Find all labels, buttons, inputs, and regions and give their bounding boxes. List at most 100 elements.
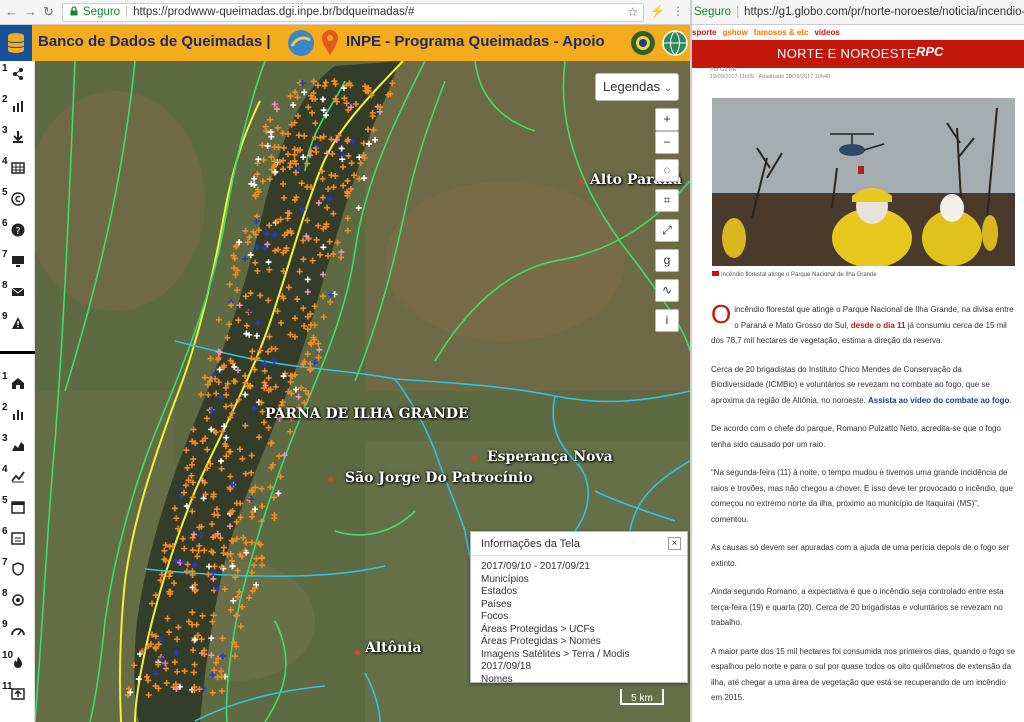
region-banner[interactable]: NORTE E NOROESTE RPC	[692, 40, 1024, 68]
lasso-select-icon[interactable]: ◌	[655, 159, 679, 182]
graph-icon[interactable]: ∿	[655, 279, 679, 302]
article-body: O incêndio florestal que atinge o Parque…	[711, 299, 1016, 719]
menu-icon[interactable]: ⋮	[672, 4, 684, 18]
info-layer-item: Nomes	[481, 673, 513, 685]
info-panel-list: 2017/09/10 - 2017/09/21 Municípios Estados…	[471, 556, 687, 691]
sidebar-number: 6	[2, 218, 8, 229]
layers-share-icon[interactable]	[11, 67, 25, 81]
sidebar-number: 7	[2, 557, 8, 568]
label-altonia: Altônia	[365, 640, 422, 656]
envelope-icon[interactable]	[11, 285, 25, 299]
download-icon[interactable]	[11, 130, 25, 144]
close-icon[interactable]: ×	[668, 537, 681, 550]
city-marker	[578, 179, 583, 184]
app-subtitle: INPE - Programa Queimadas - Apoio	[346, 33, 605, 50]
sidebar-number: 3	[2, 433, 8, 444]
photo-caption: Incêndio florestal atinge o Parque Nacio…	[712, 271, 877, 278]
sidebar-number: 1	[2, 371, 8, 382]
zoom-out-button[interactable]: −	[655, 131, 679, 154]
nav-item[interactable]: famosos & etc	[754, 28, 809, 37]
stats-icon[interactable]	[11, 407, 25, 421]
app-header: Banco de Dados de Queimadas | INPE - Pro…	[0, 25, 690, 61]
map-view[interactable]: Alto Paraná PARNA DE ILHA GRANDE Esperan…	[35, 61, 690, 722]
monitor-icon[interactable]	[11, 254, 25, 268]
info-icon[interactable]: i	[655, 309, 679, 332]
date-highlight[interactable]: desde o dia 11	[851, 321, 906, 330]
info-panel-title: Informações da Tela	[481, 538, 580, 550]
paragraph: A maior parte dos 15 mil hectares foi co…	[711, 646, 1016, 703]
line-chart-icon[interactable]	[11, 469, 25, 483]
table-icon[interactable]	[11, 161, 25, 175]
extension-icon[interactable]: ⚡	[650, 4, 665, 18]
url-field[interactable]: Seguro | https://prodwww-queimadas.dgi.inp…	[62, 3, 644, 22]
paragraph: “Na segunda-feira (11) à noite, o tempo …	[711, 468, 1013, 524]
forward-icon[interactable]: →	[24, 4, 37, 19]
sidebar-number: 9	[2, 311, 8, 322]
paragraph: De acordo com o chefe do parque, Romano …	[711, 424, 1001, 449]
info-layer-item: Áreas Protegidas > Nomes	[481, 636, 601, 647]
shield-icon[interactable]	[11, 562, 25, 576]
bar-chart-icon[interactable]	[11, 99, 25, 113]
app-title: Banco de Dados de Queimadas |	[38, 33, 271, 50]
sidebar: 1 2 3 4 5 6 ? 7 8 9 1 2 3 4 5 6 7 8 9 10…	[0, 61, 35, 722]
lock-icon	[70, 6, 78, 16]
calendar-detail-icon[interactable]	[11, 531, 25, 545]
back-icon[interactable]: ←	[5, 4, 18, 19]
screen-info-panel: Informações da Tela × 2017/09/10 - 2017/…	[470, 531, 688, 685]
brasao-icon	[631, 31, 655, 55]
paragraph: O incêndio florestal que atinge o Parque…	[711, 299, 1014, 345]
sidebar-number: 1	[2, 63, 8, 74]
fire-icon[interactable]	[11, 655, 25, 669]
warning-icon[interactable]	[11, 316, 25, 330]
caption-text: Incêndio florestal atinge o Parque Nacio…	[721, 272, 877, 278]
sidebar-divider	[0, 351, 35, 354]
address-bar[interactable]: Seguro | https://g1.globo.com/pr/norte-nor…	[692, 0, 1024, 25]
zoom-in-button[interactable]: +	[655, 108, 679, 131]
info-layer-item: Países	[481, 598, 512, 610]
database-icon[interactable]	[0, 25, 32, 61]
video-link[interactable]: Assista ao vídeo do combate ao fogo	[868, 396, 1009, 405]
nav-item[interactable]: gshow	[722, 28, 747, 37]
label-sao-jorge: São Jorge Do Patrocínio	[345, 470, 533, 486]
paragraph: Ainda segundo Romano, a expectativa é qu…	[711, 587, 1004, 627]
info-layer-item: Estados	[481, 586, 518, 597]
area-chart-icon[interactable]	[11, 438, 25, 452]
legend-label: Legendas	[603, 79, 661, 94]
nav-item[interactable]: sporte	[692, 28, 716, 37]
bookmark-star-icon[interactable]: ☆	[627, 4, 638, 21]
play-icon	[712, 271, 719, 276]
help-icon[interactable]: ?	[11, 223, 25, 237]
site-nav: sporte gshow famosos & etc vídeos	[692, 25, 1024, 40]
crop-icon[interactable]: ⌗	[655, 189, 679, 212]
sidebar-number: 3	[2, 125, 8, 136]
sidebar-number: 2	[2, 402, 8, 413]
address-bar: ← → ↻ Seguro | https://prodwww-queimadas.d…	[0, 0, 690, 25]
article-photo[interactable]	[712, 98, 1015, 266]
paragraph: As causas só devem ser apuradas com a aj…	[711, 543, 1010, 568]
legend-dropdown[interactable]: Legendas ⌄	[595, 73, 679, 101]
reload-icon[interactable]: ↻	[43, 4, 54, 20]
sidebar-number: 7	[2, 249, 8, 260]
chevron-down-icon: ⌄	[663, 83, 673, 94]
secure-label: Seguro	[83, 6, 121, 18]
calendar-icon[interactable]	[11, 500, 25, 514]
copyright-icon[interactable]	[11, 192, 25, 206]
svg-text:?: ?	[15, 226, 20, 237]
url-text: https://prodwww-queimadas.dgi.inpe.br/bd…	[133, 6, 415, 18]
queimadas-logo-icon	[288, 30, 314, 56]
url-text: https://g1.globo.com/pr/norte-noroeste/n…	[744, 6, 1024, 18]
export-icon[interactable]	[11, 686, 25, 700]
banner-title: NORTE E NOROESTE	[777, 46, 916, 61]
fullscreen-icon[interactable]: ⤢	[655, 219, 679, 242]
sidebar-number: 8	[2, 280, 8, 291]
nav-item[interactable]: vídeos	[814, 28, 839, 37]
pin-icon	[322, 30, 338, 55]
gauge-icon[interactable]	[11, 624, 25, 638]
scale-bar: 5 km	[620, 689, 664, 705]
satellite-icon[interactable]	[11, 593, 25, 607]
home-icon[interactable]	[11, 376, 25, 390]
secure-label: Seguro	[694, 6, 732, 18]
sidebar-number: 2	[2, 94, 8, 105]
google-search-icon[interactable]: g	[655, 249, 679, 272]
sidebar-number: 8	[2, 588, 8, 599]
